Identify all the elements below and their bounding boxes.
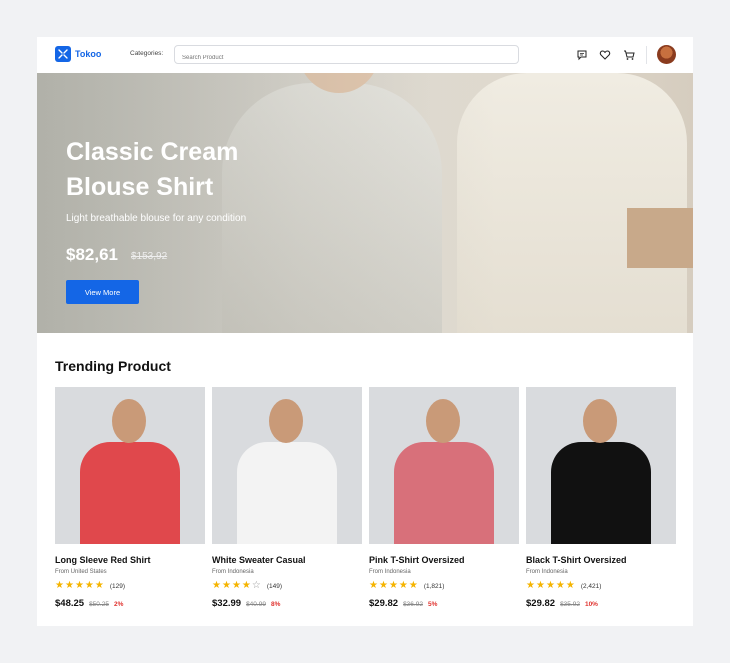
product-price: $29.82 [526,598,556,609]
review-count: (149) [266,582,283,590]
product-discount: 8% [270,601,281,608]
product-old-price: $35.92 [560,601,580,608]
product-name[interactable]: Pink T-Shirt Oversized [369,555,519,565]
product-garment [394,442,494,544]
hero-price: $82,61 [66,245,118,264]
review-count: (2,421) [580,582,602,590]
product-rating: ★ ★ ★ ★ ★ (129) [55,581,205,591]
product-rating: ★ ★ ★ ★ ★ (2,421) [526,581,676,591]
star-icon: ★ [545,580,555,591]
categories-dropdown[interactable]: Categories: [130,50,163,57]
user-avatar[interactable] [657,45,676,64]
product-price: $32.99 [212,598,242,609]
product-image[interactable] [369,387,519,544]
product-origin: From Indonesia [526,569,568,575]
review-count: (1,821) [423,582,445,590]
star-icon: ★ [369,580,378,591]
product-prices: $32.99 $40.99 8% [212,598,362,609]
star-icon: ★ [398,580,408,591]
product-image[interactable] [526,387,676,544]
product-garment [80,442,180,544]
product-model-head [583,399,617,443]
brand-name: Tokoo [75,49,102,59]
star-icon: ★ [64,580,74,591]
star-icon: ★ [221,580,231,591]
product-prices: $48.25 $50.25 2% [55,598,205,609]
logo-mark-icon [55,46,71,62]
star-icon: ★ [94,580,104,591]
product-prices: $29.82 $36.92 5% [369,598,519,609]
product-old-price: $50.25 [89,601,109,608]
product-name[interactable]: Long Sleeve Red Shirt [55,555,205,565]
product-card[interactable]: Long Sleeve Red Shirt From United States ★… [55,387,205,609]
product-model-head [269,399,303,443]
search-box [174,45,519,67]
product-image[interactable] [212,387,362,544]
product-rating: ★ ★ ★ ★ ☆ (149) [212,581,362,591]
product-model-head [112,399,146,443]
product-rating: ★ ★ ★ ★ ★ (1,821) [369,581,519,591]
star-icon: ★ [388,580,398,591]
chat-icon[interactable] [575,48,588,61]
product-image[interactable] [55,387,205,544]
star-icon: ★ [84,580,94,591]
product-origin: From United States [55,569,107,575]
cart-icon[interactable] [622,48,635,61]
product-price: $48.25 [55,598,85,609]
product-discount: 10% [584,601,598,608]
product-old-price: $40.99 [246,601,266,608]
hero-title-line1: Classic Cream [66,138,239,166]
search-input[interactable] [175,49,518,67]
product-card[interactable]: White Sweater Casual From Indonesia ★ ★ ★ ★ ☆(… [212,387,362,609]
star-icon: ★ [378,580,388,591]
product-garment [237,442,337,544]
brand-logo[interactable]: Tokoo [55,46,101,62]
product-origin: From Indonesia [369,569,411,575]
star-icon: ★ [555,580,565,591]
hero-old-price: $153,92 [131,251,168,262]
top-nav: Tokoo Categories: [37,37,693,73]
star-icon: ★ [241,580,251,591]
review-count: (129) [109,582,126,590]
product-name[interactable]: White Sweater Casual [212,555,362,565]
product-card[interactable]: Black T-Shirt Oversized From Indonesia ★ ★ ★… [526,387,676,609]
section-title: Trending Product [55,358,171,374]
product-price: $29.82 [369,598,399,609]
view-more-button[interactable]: View More [66,280,139,304]
star-icon: ★ [526,580,535,591]
star-icon: ★ [408,580,418,591]
star-icon: ★ [55,580,64,591]
hero-banner: Classic Cream Blouse Shirt Light breatha… [37,73,693,333]
product-garment [551,442,651,544]
star-icon: ★ [535,580,545,591]
heart-icon[interactable] [598,48,611,61]
product-discount: 2% [113,601,124,608]
page-card: Tokoo Categories: Search Product Classic… [37,37,693,626]
star-icon: ★ [231,580,241,591]
star-icon: ★ [212,580,221,591]
hero-title: Classic Cream Blouse Shirt [66,135,238,205]
product-old-price: $36.92 [403,601,423,608]
star-icon: ☆ [251,580,261,591]
product-model-head [426,399,460,443]
product-prices: $29.82 $35.92 10% [526,598,676,609]
star-icon: ★ [74,580,84,591]
product-name[interactable]: Black T-Shirt Oversized [526,555,676,565]
hero-title-line2: Blouse Shirt [66,173,214,201]
product-card[interactable]: Pink T-Shirt Oversized From Indonesia ★ ★ ★ ★… [369,387,519,609]
nav-divider [646,46,647,64]
star-icon: ★ [565,580,575,591]
hero-subtitle: Light breathable blouse for any conditio… [66,213,247,224]
product-origin: From Indonesia [212,569,254,575]
product-discount: 5% [427,601,438,608]
